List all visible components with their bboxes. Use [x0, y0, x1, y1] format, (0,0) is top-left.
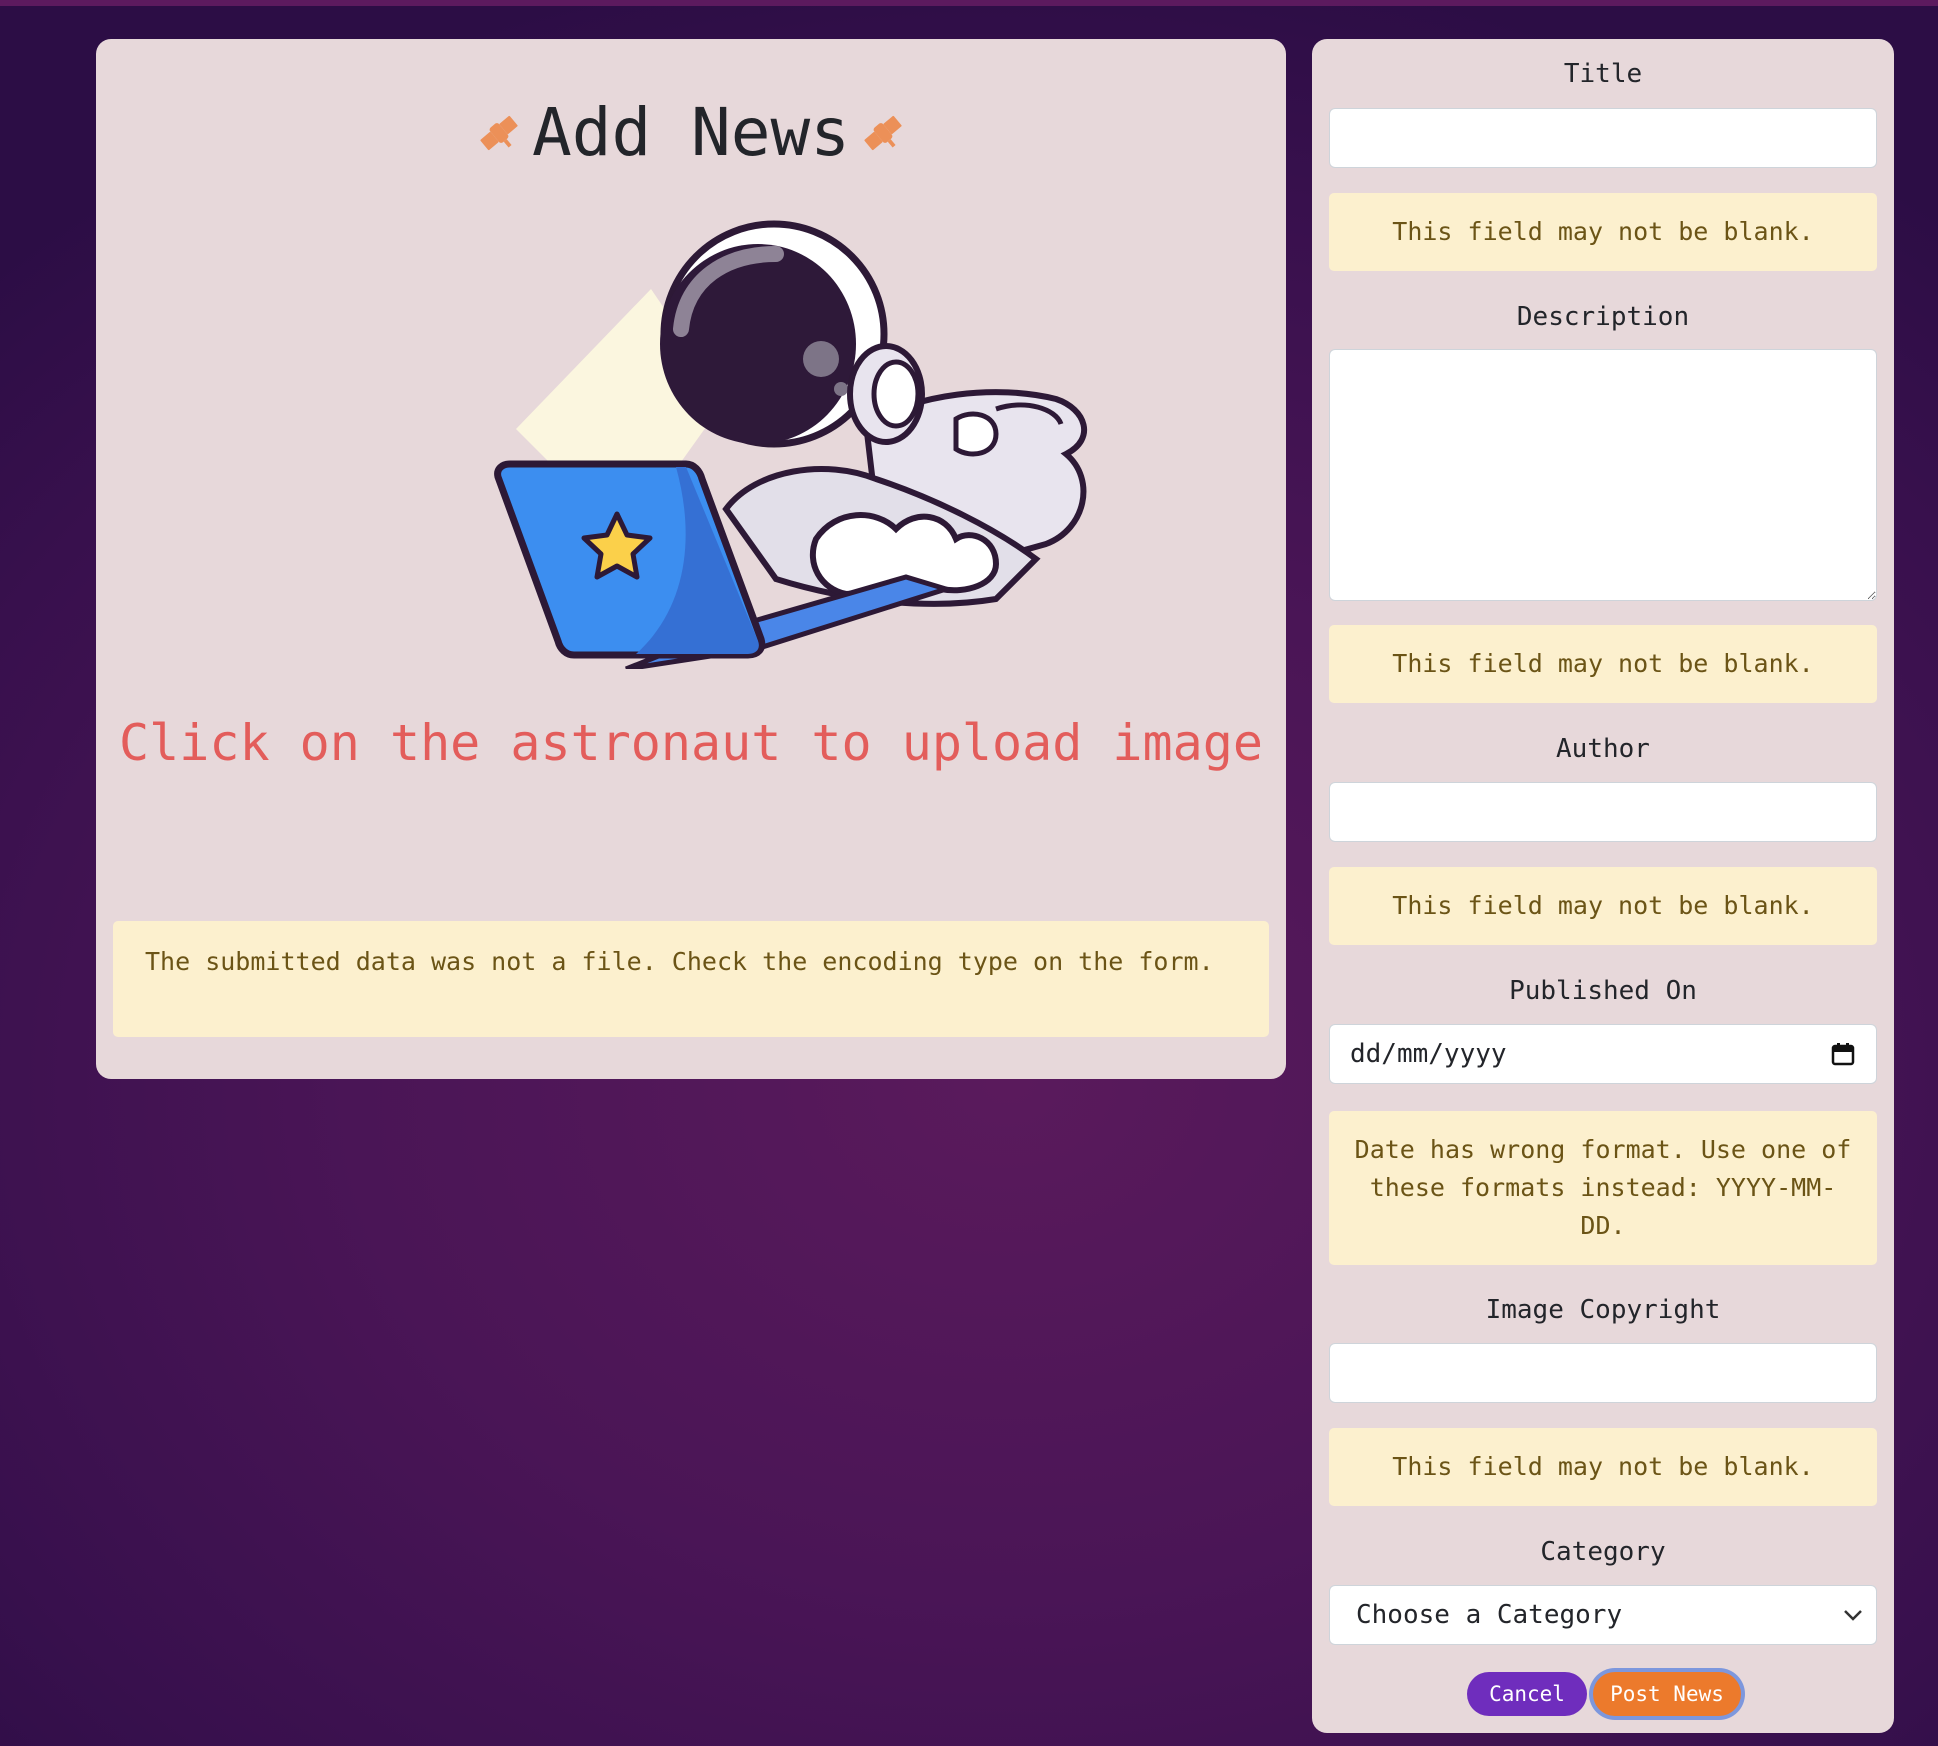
page-title: Add News [532, 94, 850, 171]
upload-hint-text: Click on the astronaut to upload image [119, 714, 1263, 772]
title-input[interactable] [1329, 108, 1877, 168]
calendar-icon[interactable] [1830, 1041, 1856, 1067]
description-textarea[interactable] [1329, 349, 1877, 601]
image-copyright-error-alert: This field may not be blank. [1329, 1428, 1877, 1506]
category-selected-value: Choose a Category [1356, 1600, 1623, 1630]
image-error-alert: The submitted data was not a file. Check… [113, 921, 1269, 1037]
title-label: Title [1563, 59, 1643, 89]
description-error-alert: This field may not be blank. [1329, 625, 1877, 703]
author-input[interactable] [1329, 782, 1877, 842]
title-error-alert: This field may not be blank. [1329, 193, 1877, 271]
chevron-down-icon [1844, 1610, 1862, 1621]
date-placeholder: dd/mm/yyyy [1350, 1039, 1507, 1069]
category-select[interactable]: Choose a Category [1329, 1585, 1877, 1645]
news-form: Title This field may not be blank. Descr… [1312, 39, 1894, 1733]
author-label: Author [1556, 734, 1650, 764]
top-border [0, 0, 1938, 6]
description-label: Description [1516, 302, 1690, 332]
image-copyright-input[interactable] [1329, 1343, 1877, 1403]
category-label: Category [1540, 1537, 1666, 1567]
satellite-icon [864, 115, 902, 151]
author-error-alert: This field may not be blank. [1329, 867, 1877, 945]
post-news-button[interactable]: Post News [1593, 1672, 1741, 1716]
page-heading: Add News [96, 89, 1286, 177]
astronaut-upload-illustration[interactable] [396, 209, 1116, 669]
cancel-button[interactable]: Cancel [1467, 1672, 1587, 1716]
published-on-label: Published On [1509, 976, 1697, 1006]
image-copyright-label: Image Copyright [1485, 1295, 1721, 1325]
published-on-date-input[interactable]: dd/mm/yyyy [1329, 1024, 1877, 1084]
satellite-icon [480, 115, 518, 151]
image-upload-card: Add News Click on the astronaut to uploa… [96, 39, 1286, 1079]
published-on-error-alert: Date has wrong format. Use one of these … [1329, 1111, 1877, 1265]
